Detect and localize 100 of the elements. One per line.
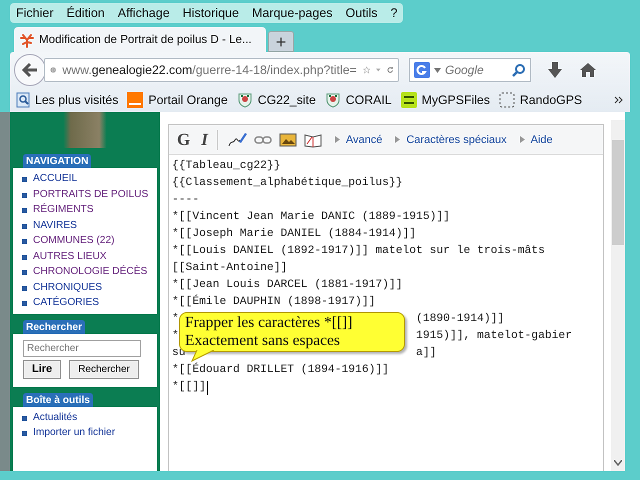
menu-item[interactable]: Fichier — [16, 6, 54, 20]
nav-link[interactable]: CHRONIQUES — [33, 280, 102, 295]
callout-text: Exactement sans espaces — [185, 332, 340, 350]
link-icon[interactable] — [254, 134, 272, 144]
back-button[interactable] — [14, 54, 46, 86]
bookmark[interactable]: RandoGPS — [498, 92, 582, 108]
wikitext-line: *[[Joseph Marie DANIEL (1884-1914)]] — [172, 226, 416, 242]
search-placeholder: Google — [445, 63, 485, 77]
search-icon[interactable] — [512, 63, 526, 77]
nav-link[interactable]: AUTRES LIEUX — [33, 248, 107, 264]
wikitext-line: {{Tableau_cg22}} — [172, 158, 280, 174]
triangle-icon — [520, 136, 525, 143]
toolbar-link[interactable]: Avancé — [334, 134, 382, 146]
wikitext-line: *[[Émile DAUPHIN (1898-1917)]] — [172, 294, 376, 310]
bullet-icon — [22, 177, 27, 182]
bookmark-label: Les plus visités — [35, 93, 118, 107]
crest-icon — [324, 92, 341, 108]
wikitext-line: *[[Édouard DRILLET (1894-1916)]] — [172, 362, 389, 378]
menu-item[interactable]: Marque-pages — [252, 6, 333, 20]
home-icon[interactable] — [579, 62, 597, 78]
bullet-icon — [22, 431, 27, 436]
bullet-icon — [22, 286, 27, 290]
wikitext-line: *[[Vincent Jean Marie DANIC (1889-1915)]] — [172, 210, 450, 225]
wikitext-line: * — [172, 328, 179, 344]
book-icon[interactable] — [304, 132, 322, 148]
bookmark-label: MyGPSFiles — [422, 93, 490, 107]
tool-link[interactable]: Importer un fichier — [33, 425, 116, 440]
wikitext-line: *[[Louis DANIEL (1892-1917)]] matelot sur le trois-mâts — [172, 244, 545, 259]
menu-item[interactable]: Historique — [182, 6, 239, 20]
wikitext-line: [[Saint-Antoine]] — [172, 260, 288, 276]
download-icon[interactable] — [547, 61, 563, 79]
address-bar[interactable]: www.genealogie22.com/guerre-14-18/index.php?title= — [44, 58, 399, 82]
bookmark-label: RandoGPS — [520, 93, 582, 107]
toolbar-link[interactable]: Caractères spéciaux — [395, 134, 507, 146]
bullet-icon — [22, 192, 27, 198]
history-icon — [16, 92, 30, 108]
blank-page-icon — [498, 92, 515, 108]
italic-button[interactable]: I — [201, 130, 208, 150]
tab-title: Modification de Portrait de poilus D - Le... — [39, 33, 252, 46]
wikitext-line: *[[Jean Louis DARCEL (1881-1917)]] — [172, 278, 402, 293]
menu-item[interactable]: Affichage — [118, 6, 170, 20]
nav-link[interactable]: COMMUNES (22) — [33, 233, 115, 248]
toolbar-link[interactable]: Aide — [520, 134, 553, 146]
image-icon[interactable] — [278, 132, 297, 148]
triangle-icon — [395, 136, 400, 143]
bookmark[interactable]: Portail Orange — [127, 92, 228, 108]
new-tab-button[interactable]: + — [268, 31, 294, 52]
tool-link[interactable]: Actualités — [33, 410, 78, 425]
menu-item[interactable]: Édition — [66, 6, 105, 20]
browser-tab[interactable]: Modification de Portrait de poilus D - Le... — [14, 27, 266, 52]
bullet-icon — [22, 208, 27, 213]
menu-item[interactable]: Outils — [346, 6, 378, 20]
portlet-title: Rechercher — [23, 320, 86, 334]
nav-link[interactable]: PORTRAITS DE POILUS — [33, 186, 148, 202]
google-icon — [414, 62, 430, 78]
bookmark[interactable]: CORAIL — [324, 92, 392, 108]
scrollbar[interactable] — [611, 120, 625, 471]
wikitext-line: 1915)]], matelot-gabier — [416, 328, 572, 344]
bullet-icon — [22, 239, 27, 244]
callout-text: Frapper les caractères *[[]] — [185, 314, 352, 332]
bookmark[interactable]: MyGPSFiles — [400, 92, 490, 108]
menu-item[interactable]: ? — [390, 6, 398, 20]
nav-link[interactable]: NAVIRES — [33, 218, 77, 233]
wikitext-line: a]] — [416, 346, 436, 361]
wikitext-line: *[[]] — [172, 380, 206, 395]
nav-link[interactable]: RÉGIMENTS — [33, 202, 94, 218]
dropdown-icon[interactable] — [434, 68, 441, 72]
bookmark-label: CG22_site — [258, 93, 316, 107]
bookmark-label: CORAIL — [346, 93, 392, 107]
bullet-icon — [22, 224, 27, 228]
search-button[interactable]: Lire — [23, 360, 62, 378]
search-input[interactable]: Rechercher — [23, 340, 141, 356]
scroll-down-icon[interactable] — [614, 460, 622, 466]
portlet-title: NAVIGATION — [23, 154, 92, 168]
search-button[interactable]: Rechercher — [69, 360, 139, 378]
signature-pen-icon[interactable] — [226, 132, 247, 148]
wikitext-line: (1890-1914)]] — [416, 312, 504, 327]
portlet-title: Boîte à outils — [23, 392, 93, 406]
triangle-icon — [334, 136, 340, 143]
bullet-icon — [22, 254, 27, 260]
search-field[interactable]: Google — [409, 58, 531, 82]
gps-icon — [400, 92, 417, 108]
scrollbar-thumb[interactable] — [612, 140, 624, 245]
nav-link[interactable]: ACCUEIL — [33, 171, 78, 186]
bullet-icon — [22, 270, 27, 275]
crest-icon — [236, 92, 253, 108]
back-arrow-icon — [21, 62, 39, 78]
nav-link[interactable]: CATÉGORIES — [33, 295, 100, 310]
bookmark[interactable]: Les plus visités — [16, 92, 118, 108]
more-bookmarks-icon[interactable] — [614, 96, 624, 104]
wikitext-line: ---- — [172, 193, 200, 208]
bullet-icon — [22, 416, 27, 420]
url-text: www.genealogie22.com/guerre-14-18/index.php?title= — [62, 63, 357, 77]
bullet-icon — [22, 301, 27, 306]
nav-link[interactable]: CHRONOLOGIE DÉCÈS — [33, 264, 148, 280]
bookmark-label: Portail Orange — [148, 93, 228, 107]
wikitext-line: {{Classement_alphabétique_poilus}} — [172, 176, 402, 191]
bookmark[interactable]: CG22_site — [236, 92, 316, 108]
callout-pointer — [191, 350, 215, 362]
bold-button[interactable]: G — [177, 130, 190, 150]
